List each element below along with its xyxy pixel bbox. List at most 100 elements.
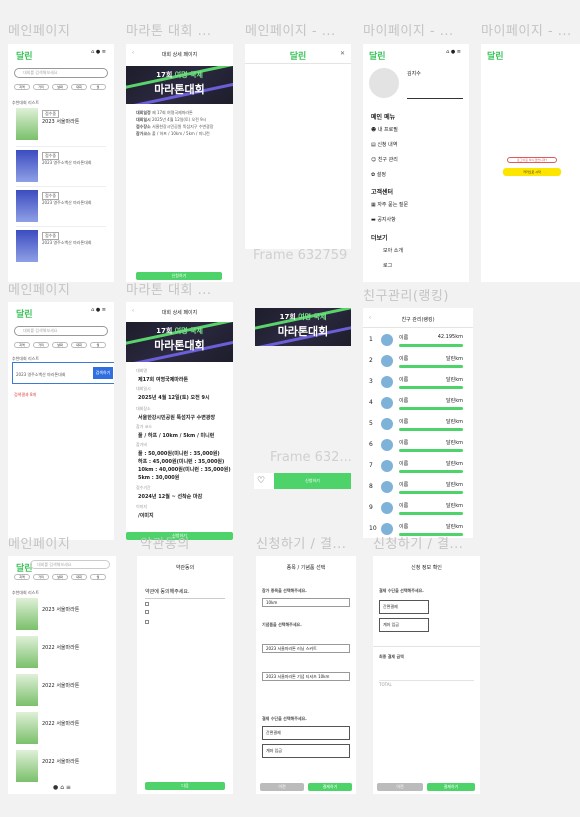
event-course: 풀 / 하프 / 10km / 5km / 미니런: [138, 433, 215, 439]
event-image: /이미지: [138, 513, 154, 519]
heart-icon[interactable]: ♡: [257, 476, 265, 486]
next-button[interactable]: 다음: [145, 782, 225, 790]
checkbox[interactable]: [145, 620, 149, 624]
terms-frame: 약관동의 약관에 동의해주세요. 다음: [137, 556, 233, 794]
ranking-row[interactable]: 1 이름 42.195km: [367, 332, 467, 352]
bank-transfer-option[interactable]: 계좌 입금: [262, 744, 350, 758]
friend-distance: 달린km: [446, 503, 463, 509]
frame-label: Frame 632...: [270, 450, 352, 465]
filter-chip[interactable]: 날짜: [52, 574, 68, 580]
filter-chip[interactable]: 대회: [71, 574, 87, 580]
friend-distance: 달린km: [446, 419, 463, 425]
ranking-row[interactable]: 9 이름 달린km: [367, 500, 467, 520]
rank-number: 3: [369, 378, 373, 385]
pay-button[interactable]: 결제하기: [308, 783, 352, 791]
event-card[interactable]: 2022 서울마라톤: [16, 750, 110, 786]
event-period: 2024년 12월 ~ 선착순 마감: [138, 494, 203, 500]
app-logo[interactable]: 달린: [16, 49, 33, 62]
event-card[interactable]: 접수중 2023 영주소백산 마라톤대회: [16, 190, 110, 226]
ranking-row[interactable]: 2 이름 달린km: [367, 353, 467, 373]
filter-chip[interactable]: 월: [90, 84, 106, 90]
event-place: 서울한강시민공원 뚝섬지구 수변광장: [138, 415, 216, 421]
filter-chip[interactable]: 월: [90, 342, 106, 348]
filter-chip[interactable]: 거리: [33, 574, 49, 580]
ranking-row[interactable]: 8 이름 달린km: [367, 479, 467, 499]
event-card[interactable]: 2022 서울마라톤: [16, 712, 110, 748]
menu-item[interactable]: 로그: [383, 262, 392, 269]
app-logo[interactable]: 달린: [369, 49, 386, 62]
divider: [363, 327, 473, 328]
bottom-nav-icons[interactable]: ● ⌂ ≡: [8, 784, 116, 791]
easy-pay-option[interactable]: 간편결제: [379, 600, 429, 614]
menu-item[interactable]: ☺ 친구 관리: [371, 156, 398, 163]
ranking-row[interactable]: 5 이름 달린km: [367, 416, 467, 436]
pay-button[interactable]: 결제하기: [427, 783, 475, 791]
event-card[interactable]: 접수중 2023 영주소백산 마라톤대회: [16, 150, 110, 186]
event-card[interactable]: 2023 서울마라톤: [16, 598, 110, 634]
rank-number: 6: [369, 441, 373, 448]
friend-name: 이름: [399, 461, 409, 467]
event-name: 제17회 여명국제마라톤: [138, 377, 189, 383]
rank-number: 4: [369, 399, 373, 406]
event-card[interactable]: 접수중 2023 영주소백산 마라톤대회: [16, 230, 110, 266]
filter-chip[interactable]: 지역: [14, 84, 30, 90]
filter-chip[interactable]: 대회: [71, 342, 87, 348]
search-input[interactable]: 대회를 검색해보세요: [14, 68, 108, 78]
header-icons[interactable]: ⌂ ● ≡: [446, 49, 461, 55]
info-value: 서울한강시민공원 뚝섬지구 수변광장: [152, 124, 214, 129]
terms-title: 약관에 동의해주세요.: [145, 589, 190, 595]
gift-select[interactable]: 2023 서울마라톤 기념 티셔츠 10km: [262, 672, 350, 681]
event-banner: 17회 여명 국제 마라톤대회: [255, 308, 351, 346]
search-input[interactable]: 대회를 검색해보세요: [30, 560, 110, 569]
filter-chip[interactable]: 거리: [33, 84, 49, 90]
filter-chip[interactable]: 월: [90, 574, 106, 580]
checkbox[interactable]: [145, 610, 149, 614]
friend-distance: 달린km: [446, 398, 463, 404]
filter-row: 지역 거리 날짜 대회 월: [14, 342, 108, 350]
course-select[interactable]: 10km: [262, 598, 350, 607]
menu-item[interactable]: ▦ 자주 묻는 질문: [371, 201, 408, 208]
filter-chip[interactable]: 대회: [71, 84, 87, 90]
ranking-row[interactable]: 7 이름 달린km: [367, 458, 467, 478]
menu-item[interactable]: ✿ 설정: [371, 171, 386, 178]
filter-chip[interactable]: 지역: [14, 574, 30, 580]
ranking-row[interactable]: 4 이름 달린km: [367, 395, 467, 415]
menu-item[interactable]: ▬ 공지사항: [371, 216, 396, 223]
avatar[interactable]: [369, 68, 399, 98]
search-result-card[interactable]: 2023 영주소백산 마라톤대회 검색하기: [12, 362, 114, 384]
checkbox[interactable]: [145, 602, 149, 606]
info-value: 풀 / 하프 / 10km / 5km / 미니런: [152, 131, 210, 136]
gift-select[interactable]: 2023 서울마라톤 러닝 스커트: [262, 644, 350, 653]
kakao-login-button[interactable]: 카카오로 시작: [503, 168, 561, 176]
prev-button[interactable]: 이전: [260, 783, 304, 791]
event-card[interactable]: 접수중 2023 서울마라톤: [16, 108, 110, 144]
bank-transfer-option[interactable]: 계좌 입금: [379, 618, 429, 632]
event-card[interactable]: 2022 서울마라톤: [16, 674, 110, 710]
search-button[interactable]: 검색하기: [93, 367, 113, 379]
filter-chip[interactable]: 날짜: [52, 342, 68, 348]
menu-item[interactable]: ▤ 신청 내역: [371, 141, 397, 148]
event-card[interactable]: 2022 서울마라톤: [16, 636, 110, 672]
close-icon[interactable]: ✕: [340, 50, 345, 57]
menu-item[interactable]: 모아 소개: [383, 247, 403, 254]
app-logo[interactable]: 달린: [487, 49, 504, 62]
prev-button[interactable]: 이전: [377, 783, 423, 791]
ranking-row[interactable]: 6 이름 달린km: [367, 437, 467, 457]
filter-chip[interactable]: 지역: [14, 342, 30, 348]
apply-bar: ♡ 신청하기: [254, 473, 351, 489]
menu-item[interactable]: ☻ 내 프로필: [371, 126, 398, 133]
filter-chip[interactable]: 거리: [33, 342, 49, 348]
search-input[interactable]: 대회를 검색해보세요: [14, 326, 108, 336]
header-icons[interactable]: ⌂ ● ≡: [91, 307, 106, 313]
easy-pay-option[interactable]: 간편결제: [262, 726, 350, 740]
app-logo[interactable]: 달린: [245, 49, 351, 62]
event-date: 2025년 4월 12일(토) 오전 9시: [138, 395, 210, 401]
apply-button[interactable]: 신청하기: [274, 473, 351, 489]
filter-chip[interactable]: 날짜: [52, 84, 68, 90]
app-logo[interactable]: 달린: [16, 307, 33, 320]
banner-title: 마라톤대회: [154, 83, 205, 96]
rank-number: 1: [369, 336, 373, 343]
header-icons[interactable]: ⌂ ● ≡: [91, 49, 106, 55]
friend-name: 이름: [399, 356, 409, 362]
ranking-row[interactable]: 3 이름 달린km: [367, 374, 467, 394]
